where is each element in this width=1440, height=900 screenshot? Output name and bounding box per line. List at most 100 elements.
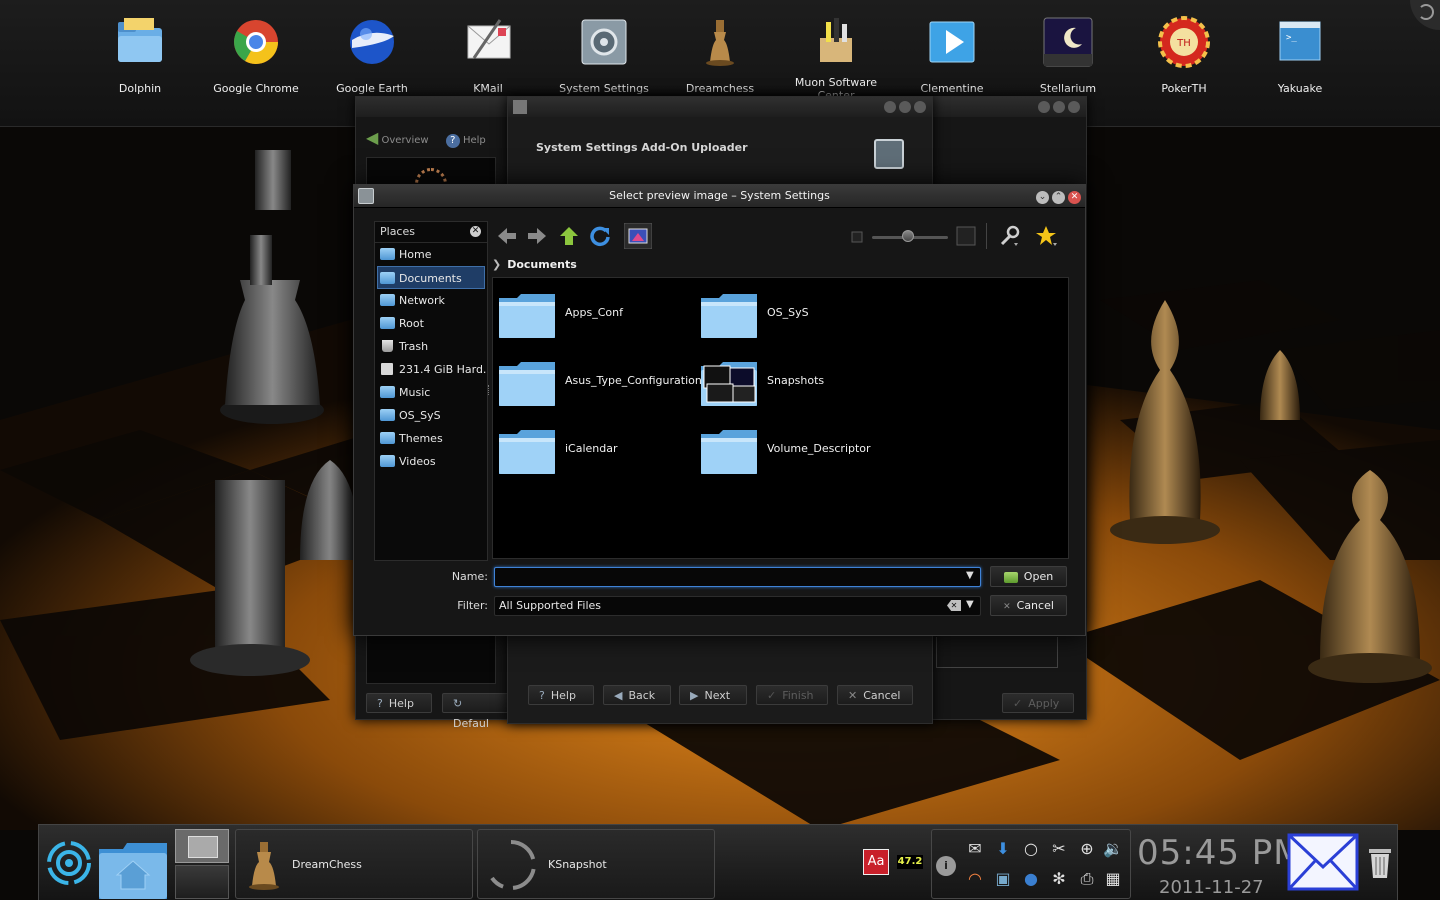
settings-apply-button[interactable]: ✓ Apply [1002,693,1074,713]
close-icon[interactable] [1068,101,1080,113]
breadcrumb[interactable]: ❯ Documents [492,257,577,273]
wizard-finish-button[interactable]: ✓ Finish [756,685,828,705]
minimize-icon[interactable] [1038,101,1050,113]
place-trash[interactable]: Trash [375,335,487,358]
place-hard-drive[interactable]: 231.4 GiB Hard... [375,358,487,381]
updates-icon[interactable]: ▣ [992,868,1014,890]
uploader-heading: System Settings Add-On Uploader [536,141,748,154]
task-ksnapshot[interactable]: KSnapshot [477,829,715,899]
wizard-cancel-button[interactable]: ✕ Cancel [837,685,913,705]
klipper-icon[interactable]: ◠ [964,868,986,890]
dialog-titlebar[interactable]: Select preview image – System Settings ⌄… [354,185,1085,208]
file-item-os-sys[interactable]: OS_SyS [697,286,897,346]
bluetooth-icon[interactable]: ✻ [1048,868,1070,890]
home-folder-icon [380,248,395,260]
help-icon: ? [377,697,383,710]
window-buttons: ⌄ ⌃ ✕ [1033,189,1081,204]
task-dreamchess[interactable]: DreamChess [235,829,473,899]
reload-icon[interactable] [589,225,611,247]
dictionary-icon[interactable]: Aa [863,849,889,875]
clock-time[interactable]: 05:45 PM [1137,833,1304,873]
file-view[interactable]: Apps_Conf OS_SyS Asus_Type_Configuration… [492,277,1069,559]
kickoff-launcher-icon[interactable] [45,839,93,887]
place-music[interactable]: Music [375,381,487,404]
file-item-icalendar[interactable]: iCalendar [495,422,695,482]
hard-drive-icon [381,363,393,375]
trash-can-icon[interactable] [1367,847,1393,879]
file-item-apps-conf[interactable]: Apps_Conf [495,286,695,346]
launcher-pokerth[interactable]: TH PokerTH [1126,10,1242,120]
file-item-volume-descriptor[interactable]: Volume_Descriptor [697,422,897,482]
bookmark-star-icon[interactable] [1036,225,1058,247]
cancel-button[interactable]: ✕ Cancel [990,595,1067,616]
window-titlebar [508,97,932,117]
large-icons-icon[interactable] [956,226,976,246]
up-arrow-icon[interactable] [558,225,580,247]
info-icon[interactable]: i [936,856,956,876]
open-button[interactable]: Open [990,566,1067,587]
place-documents[interactable]: Documents [377,266,485,289]
volume-icon[interactable]: 🔉 [1102,838,1124,860]
minimize-icon[interactable]: ⌄ [1036,191,1049,204]
launcher-google-chrome[interactable]: Google Chrome [198,10,314,120]
preview-toggle-icon[interactable] [624,223,652,249]
globe-icon[interactable]: ● [1020,868,1042,890]
pager-desktop-2[interactable] [175,865,229,899]
place-themes[interactable]: Themes [375,427,487,450]
back-arrow-icon: ◀ [614,689,623,702]
window-buttons [881,101,926,116]
folder-icon [380,409,395,421]
device-notifier-icon[interactable]: ▦ [1102,868,1124,890]
home-folder-icon[interactable] [97,839,169,899]
place-network[interactable]: Network [375,289,487,312]
folder-icon [380,432,395,444]
back-arrow-icon[interactable] [496,225,518,247]
chat-bubble-icon[interactable]: ○ [1020,838,1042,860]
place-os-sys[interactable]: OS_SyS [375,404,487,427]
options-wrench-icon[interactable] [998,225,1020,247]
wizard-next-button[interactable]: ▶ Next [679,685,747,705]
next-arrow-icon: ▶ [690,689,699,702]
zoom-slider-handle[interactable] [902,230,914,242]
place-root[interactable]: Root [375,312,487,335]
filter-combobox[interactable]: All Supported Files [494,596,981,616]
launcher-label: System Settings [559,82,649,95]
maximize-icon[interactable] [899,101,911,113]
desktop-corner-button[interactable] [1410,0,1440,30]
overview-button[interactable]: Overview [382,135,429,146]
temperature-monitor[interactable]: 47.2 [897,855,923,869]
minimize-icon[interactable] [884,101,896,113]
printer-icon[interactable]: ⎙ [1076,868,1098,890]
settings-defaults-button[interactable]: ↻ Defaul [442,693,512,730]
forward-arrow-icon[interactable] [526,225,548,247]
close-icon[interactable] [914,101,926,113]
pager-desktop-1[interactable] [175,829,229,863]
chevron-down-icon[interactable]: ▼ [966,599,974,610]
clock-date[interactable]: 2011-11-27 [1159,877,1264,898]
place-home[interactable]: Home [375,243,487,266]
file-item-snapshots[interactable]: Snapshots [697,354,897,414]
wizard-back-button[interactable]: ◀ Back [603,685,671,705]
download-icon[interactable]: ⬇ [992,838,1014,860]
help-button[interactable]: Help [463,135,486,146]
launcher-yakuake[interactable]: >_ Yakuake [1242,10,1358,120]
name-input[interactable] [494,567,981,587]
svg-text:TH: TH [1176,38,1191,49]
maximize-icon[interactable]: ⌃ [1052,191,1065,204]
scissors-icon[interactable]: ✂ [1048,838,1070,860]
maximize-icon[interactable] [1053,101,1065,113]
launcher-dolphin[interactable]: Dolphin [82,10,198,120]
chevron-down-icon[interactable]: ▼ [966,570,974,581]
close-icon[interactable]: ✕ [1068,191,1081,204]
settings-help-button[interactable]: ? Help [366,693,432,713]
close-panel-icon[interactable]: ✕ [470,226,481,237]
place-videos[interactable]: Videos [375,450,487,473]
mail-envelope-icon[interactable] [1287,833,1359,891]
small-icons-icon[interactable] [850,230,864,244]
usb-network-icon[interactable]: ⊕ [1076,838,1098,860]
mail-tray-icon[interactable]: ✉ [964,838,986,860]
place-label: Music [399,386,431,399]
wizard-help-button[interactable]: ? Help [528,685,594,705]
file-item-asus-type-configuration[interactable]: Asus_Type_Configuration [495,354,702,414]
file-name: Volume_Descriptor [767,442,871,455]
